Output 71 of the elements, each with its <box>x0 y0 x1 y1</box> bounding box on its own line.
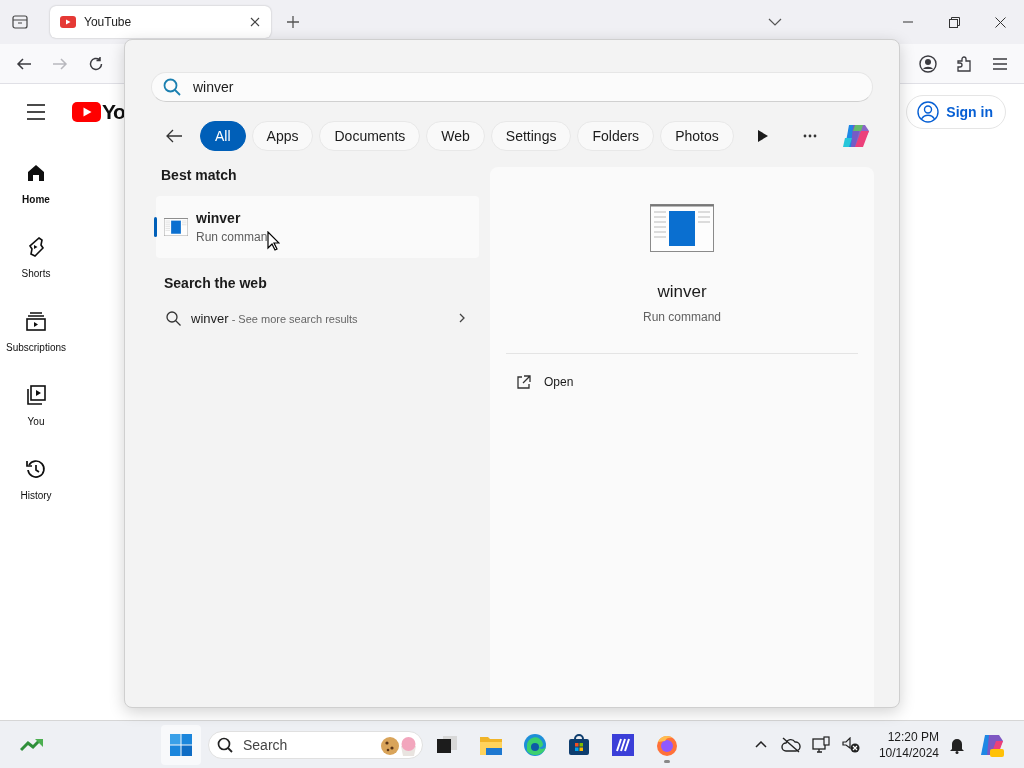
sidebar-item[interactable]: Subscriptions <box>0 309 72 353</box>
section-heading: Search the web <box>163 275 268 291</box>
slash-tile-icon <box>611 732 635 757</box>
sidebar-item[interactable]: History <box>0 457 72 501</box>
play-logo-icon <box>60 16 76 28</box>
sidebar-item[interactable]: Shorts <box>0 235 72 279</box>
sign-in-button[interactable]: Sign in <box>906 95 1006 129</box>
date-text: 10/14/2024 <box>878 745 939 760</box>
close-icon <box>249 16 261 28</box>
puzzle-icon <box>955 54 973 73</box>
taskbar-search-field[interactable]: Search <box>208 730 423 759</box>
forward-arrow-icon <box>52 56 68 71</box>
filter-tab[interactable]: Photos <box>660 121 734 151</box>
pointer-cursor-icon <box>267 231 280 251</box>
query-field[interactable]: winver <box>151 72 873 102</box>
window-app-icon <box>164 218 188 236</box>
menu-icon <box>24 103 48 121</box>
filter-tab[interactable]: Settings <box>490 121 572 151</box>
browser-tab[interactable]: YouTube <box>50 6 271 38</box>
web-search-result[interactable]: winver - See more search results <box>156 303 479 333</box>
widgets-button[interactable] <box>20 737 44 752</box>
reload-icon <box>88 55 104 72</box>
close-icon <box>994 16 1006 28</box>
filter-tab[interactable]: Documents <box>319 121 421 151</box>
rising-arrow-icon <box>20 737 44 752</box>
plus-icon <box>286 15 300 29</box>
wave-logo-icon <box>523 732 547 757</box>
site-logo[interactable]: Yo <box>72 100 125 124</box>
search-icon <box>166 310 181 326</box>
grid-icon <box>169 732 193 757</box>
sidebar-item[interactable]: You <box>0 383 72 427</box>
account-icon <box>919 54 937 73</box>
speaker-muted-icon <box>842 736 860 753</box>
filter-tab[interactable]: Folders <box>577 121 655 151</box>
best-match-result[interactable]: winver Run comman <box>156 196 479 258</box>
filter-tab[interactable]: All <box>200 121 246 151</box>
start-button[interactable] <box>161 724 201 765</box>
app-type: Run command <box>642 310 721 324</box>
filter-tab[interactable]: Apps <box>251 121 314 151</box>
app-title: winver <box>657 282 707 302</box>
back-arrow-icon <box>16 56 32 71</box>
open-action[interactable]: Open <box>506 367 858 397</box>
chevron-down-icon <box>768 18 782 26</box>
clock[interactable]: 12:20 PM 10/14/2024 <box>869 729 939 760</box>
ellipsis-icon <box>803 134 817 138</box>
cloud-off-icon <box>781 736 801 753</box>
section-heading: Best match <box>160 167 238 183</box>
swirl-logo-icon <box>841 122 871 150</box>
play-icon <box>757 130 768 142</box>
search-icon <box>217 736 233 753</box>
assistant-button[interactable] <box>980 732 1004 757</box>
history-icon <box>24 457 48 481</box>
external-link-icon <box>516 374 531 390</box>
menu-icon <box>992 57 1008 70</box>
user-circle-icon <box>917 101 940 123</box>
play-logo-icon <box>72 102 101 122</box>
search-icon <box>163 78 181 96</box>
window-app-icon <box>650 204 714 252</box>
tray-icon <box>12 15 28 29</box>
shopping-bag-icon <box>567 732 591 757</box>
filter-tab[interactable]: Web <box>426 121 485 151</box>
library-icon <box>24 383 48 407</box>
chevron-up-icon <box>755 741 767 748</box>
chevron-right-icon <box>459 313 465 323</box>
sidebar-item[interactable]: Home <box>0 161 72 205</box>
restore-icon <box>948 16 960 28</box>
minimize-icon <box>903 21 913 23</box>
back-arrow-icon <box>165 129 183 143</box>
monitor-icon <box>812 735 830 754</box>
time-text: 12:20 PM <box>887 729 939 744</box>
subscriptions-icon <box>24 309 48 333</box>
